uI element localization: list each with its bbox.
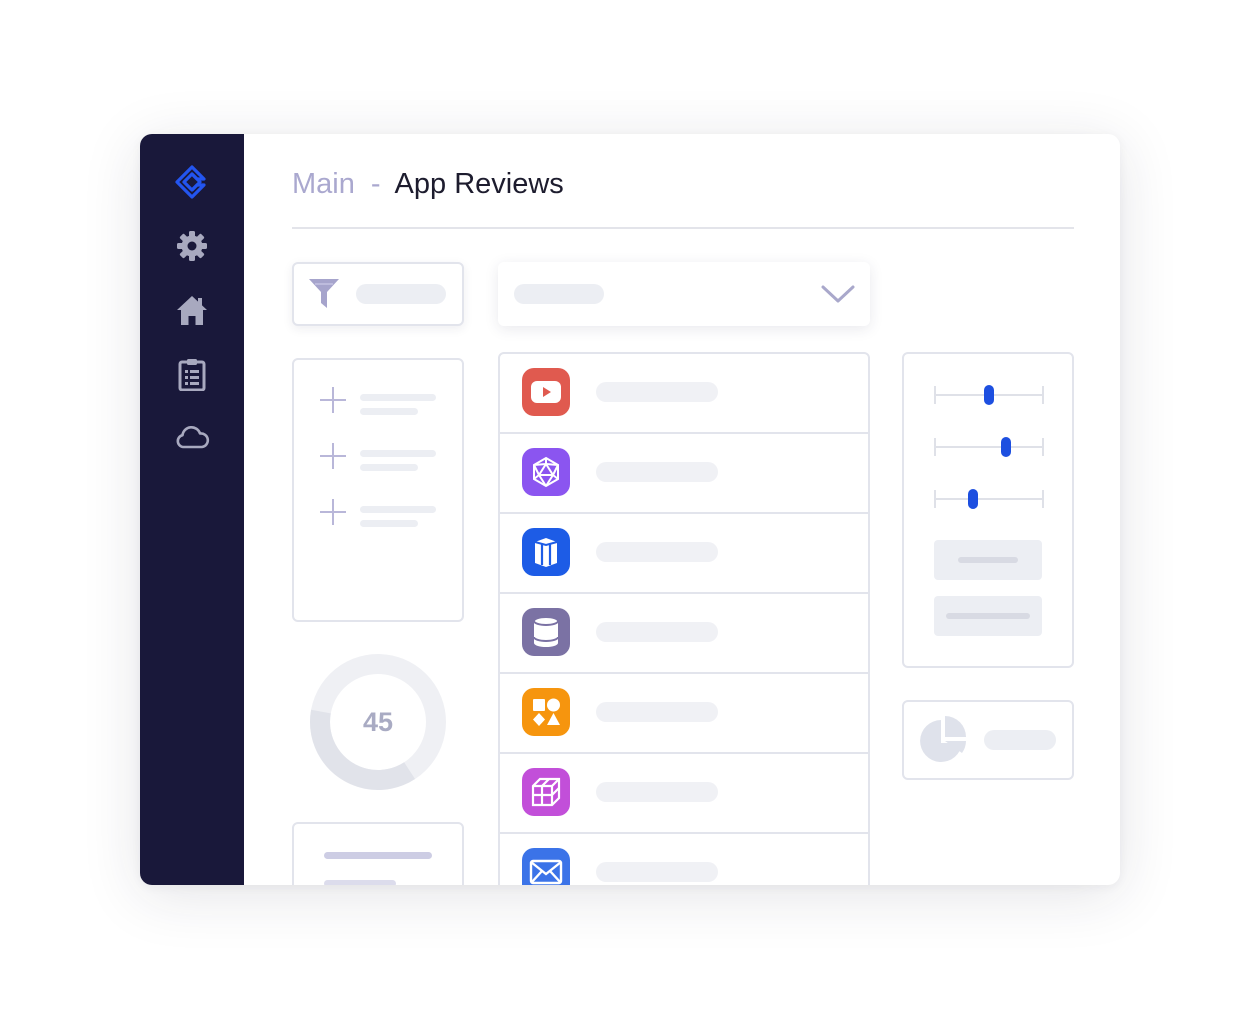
report-label-placeholder: [984, 730, 1056, 750]
list-item[interactable]: [500, 434, 868, 514]
brand-logo-icon[interactable]: [172, 162, 212, 202]
breadcrumb-main-link[interactable]: Main: [292, 168, 355, 200]
list-item[interactable]: [500, 834, 868, 885]
slider-handle[interactable]: [984, 385, 994, 405]
settings-option-button[interactable]: [934, 540, 1042, 580]
app-list: [498, 352, 870, 885]
database-cylinder-icon: [522, 608, 570, 656]
list-item[interactable]: [500, 514, 868, 594]
mail-icon: [522, 848, 570, 885]
list-item[interactable]: [500, 674, 868, 754]
app-name-placeholder: [596, 622, 718, 642]
progress-gauge: 45: [308, 652, 448, 792]
breadcrumb: Main - App Reviews: [292, 164, 564, 204]
app-name-placeholder: [596, 862, 718, 882]
report-card[interactable]: [902, 700, 1074, 780]
filter-label-placeholder: [356, 284, 446, 304]
sidebar: [140, 134, 244, 885]
app-window: Main - App Reviews 45: [140, 134, 1120, 885]
summary-card: [292, 822, 464, 885]
app-select-dropdown[interactable]: [498, 262, 870, 326]
filter-icon: [309, 279, 339, 308]
page-title: App Reviews: [394, 168, 564, 200]
pie-chart-icon: [920, 716, 966, 762]
list-item[interactable]: [500, 594, 868, 674]
app-name-placeholder: [596, 382, 718, 402]
app-name-placeholder: [596, 462, 718, 482]
slider-1[interactable]: [934, 384, 1044, 406]
gauge-value: 45: [362, 706, 394, 737]
youtube-play-icon: [522, 368, 570, 416]
settings-panel: [902, 352, 1074, 668]
settings-option-button[interactable]: [934, 596, 1042, 636]
filter-button[interactable]: [292, 262, 464, 326]
geodesic-sphere-icon: [522, 448, 570, 496]
header-divider: [292, 227, 1074, 229]
clipboard-icon[interactable]: [172, 354, 212, 394]
shapes-icon: [522, 688, 570, 736]
slider-handle[interactable]: [1000, 437, 1011, 457]
slider-handle[interactable]: [967, 489, 978, 509]
chevron-down-icon: [821, 285, 855, 303]
list-item[interactable]: [500, 754, 868, 834]
cylinder-pillar-icon: [522, 528, 570, 576]
cloud-icon[interactable]: [172, 418, 212, 458]
slider-2[interactable]: [934, 436, 1044, 458]
add-item-row[interactable]: [294, 386, 462, 430]
add-items-panel: [292, 358, 464, 622]
breadcrumb-separator: -: [370, 168, 381, 200]
home-icon[interactable]: [172, 290, 212, 330]
add-item-row[interactable]: [294, 498, 462, 542]
list-item[interactable]: [500, 354, 868, 434]
cube-grid-icon: [522, 768, 570, 816]
add-item-row[interactable]: [294, 442, 462, 486]
app-name-placeholder: [596, 782, 718, 802]
main-content: Main - App Reviews 45: [244, 134, 1120, 885]
slider-3[interactable]: [934, 488, 1044, 510]
gear-icon[interactable]: [172, 226, 212, 266]
app-name-placeholder: [596, 702, 718, 722]
dropdown-value-placeholder: [514, 284, 604, 304]
app-name-placeholder: [596, 542, 718, 562]
